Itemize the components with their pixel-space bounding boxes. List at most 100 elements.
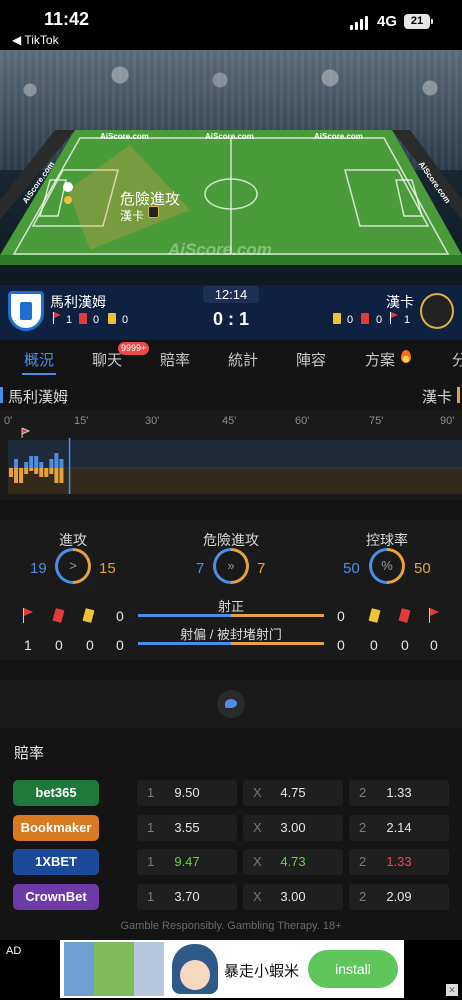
home-pressure-bar bbox=[29, 456, 34, 468]
tab-chat[interactable]: 聊天 bbox=[92, 349, 122, 370]
back-to-app-link[interactable]: ◀ TikTok bbox=[12, 33, 59, 47]
away-corners-total: 0 bbox=[430, 637, 438, 653]
stat-possession-label: 控球率 bbox=[366, 532, 408, 548]
away-pressure-bar bbox=[59, 468, 64, 483]
home-yellow-cards: 0 bbox=[122, 314, 129, 326]
back-app-name: TikTok bbox=[24, 33, 59, 47]
close-icon[interactable]: ✕ bbox=[446, 984, 458, 996]
ad-content[interactable]: 暴走小蝦米 install ✕ bbox=[60, 940, 458, 998]
away-pressure-bar bbox=[54, 468, 59, 483]
away-team-logo-icon[interactable] bbox=[420, 293, 454, 329]
odds-away-cell[interactable]: 2 2.09 bbox=[349, 884, 449, 910]
timeline-home-team: 馬利漢姆 bbox=[8, 389, 69, 406]
home-pressure-bar bbox=[39, 462, 44, 468]
home-corners: 1 bbox=[66, 314, 73, 326]
home-team-name[interactable]: 馬利漢姆 bbox=[50, 292, 106, 312]
odds-home-cell[interactable]: 1 3.55 bbox=[137, 815, 237, 841]
match-stats: 進攻 19 > 15 危險進攻 7 » 7 控球率 50 % 50 0 射正 0… bbox=[0, 520, 462, 660]
shots-off-home: 0 bbox=[116, 637, 124, 653]
bookmaker-logo[interactable]: Bookmaker bbox=[13, 815, 99, 841]
odds-draw-cell[interactable]: X 3.00 bbox=[243, 815, 343, 841]
away-team-name[interactable]: 漢卡 bbox=[386, 292, 414, 312]
double-chevron-icon: » bbox=[216, 551, 246, 581]
board-label: AiScore.com bbox=[205, 132, 254, 141]
tab-tips[interactable]: 方案 bbox=[365, 349, 395, 370]
home-team-logo-icon[interactable] bbox=[8, 291, 44, 331]
odds-home-cell[interactable]: 1 9.50 bbox=[137, 780, 237, 806]
tab-stats[interactable]: 統計 bbox=[228, 349, 258, 370]
stat-possession-away: 50 bbox=[414, 560, 431, 577]
odds-home-value: 3.55 bbox=[174, 820, 200, 835]
shots-on-home: 0 bbox=[116, 608, 124, 624]
tab-odds[interactable]: 賠率 bbox=[160, 349, 190, 370]
momentum-timeline[interactable]: 0' 15' 30' 45' 60' 75' 90' bbox=[0, 410, 462, 500]
away-pressure-bar bbox=[29, 468, 34, 471]
percent-icon: % bbox=[372, 551, 402, 581]
home-pressure-bar bbox=[59, 459, 64, 468]
timeline-teams: 馬利漢姆 漢卡 bbox=[0, 380, 462, 410]
odds-draw-value: 4.73 bbox=[280, 854, 306, 869]
whistle-icon[interactable] bbox=[217, 690, 245, 718]
active-tab-indicator bbox=[22, 373, 56, 375]
tab-lineups[interactable]: 陣容 bbox=[296, 349, 326, 370]
live-pitch[interactable]: AiScore.com AiScore.com AiScore.com AiSc… bbox=[0, 50, 462, 285]
away-red-total: 0 bbox=[401, 637, 409, 653]
odds-home-cell[interactable]: 1 9.47 bbox=[137, 849, 237, 875]
odds-draw-cell[interactable]: X 3.00 bbox=[243, 884, 343, 910]
odds-draw-value: 3.00 bbox=[280, 820, 306, 835]
odds-home-value: 9.47 bbox=[174, 854, 200, 869]
chat-count-badge: 9999+ bbox=[118, 342, 150, 355]
odds-section: 賠率 bet365 1 9.50 X 4.75 2 1.33 Bookmaker 13… bbox=[0, 730, 462, 940]
home-color-bar bbox=[0, 387, 3, 403]
away-pressure-bar bbox=[49, 468, 54, 474]
odds-away-cell[interactable]: 2 1.33 bbox=[349, 780, 449, 806]
ad-banner[interactable]: AD 暴走小蝦米 install ✕ bbox=[0, 940, 462, 1000]
odds-away-cell[interactable]: 2 2.14 bbox=[349, 815, 449, 841]
ad-title: 暴走小蝦米 bbox=[224, 963, 300, 980]
odds-draw-cell[interactable]: X 4.75 bbox=[243, 780, 343, 806]
yellow-card-icon bbox=[333, 313, 341, 324]
odds-draw-value: 4.75 bbox=[280, 785, 306, 800]
tab-overview[interactable]: 概況 bbox=[24, 349, 54, 370]
odds-home-value: 3.70 bbox=[174, 889, 200, 904]
shots-on-away: 0 bbox=[337, 608, 345, 624]
home-pressure-bar bbox=[54, 453, 59, 468]
pitch-watermark: AiScore.com bbox=[168, 240, 272, 259]
home-pressure-bar bbox=[14, 459, 19, 468]
odds-away-value: 1.33 bbox=[386, 785, 412, 800]
score-panel: 馬利漢姆 1 0 0 12:14 0 : 1 漢卡 0 0 1 bbox=[0, 285, 462, 340]
install-button[interactable]: install bbox=[308, 950, 398, 988]
away-team-logo-icon bbox=[148, 206, 159, 218]
events-divider bbox=[0, 680, 462, 728]
gamble-note[interactable]: Gamble Responsibly. Gambling Therapy. 18… bbox=[0, 920, 462, 932]
home-red-total: 0 bbox=[55, 637, 63, 653]
signal-icon bbox=[350, 16, 370, 30]
corner-flag-icon bbox=[20, 608, 34, 624]
home-yellow-total: 0 bbox=[86, 637, 94, 653]
bookmaker-logo[interactable]: CrownBet bbox=[13, 884, 99, 910]
odds-away-value: 2.14 bbox=[386, 820, 412, 835]
battery-icon: 21 bbox=[404, 14, 433, 29]
ad-label: AD bbox=[6, 945, 22, 957]
away-pressure-bar bbox=[34, 468, 39, 474]
bookmaker-logo[interactable]: 1XBET bbox=[13, 849, 99, 875]
bookmaker-logo[interactable]: bet365 bbox=[13, 780, 99, 806]
red-card-icon bbox=[398, 608, 411, 623]
odds-title: 賠率 bbox=[14, 745, 45, 762]
corner-flag-icon bbox=[21, 427, 31, 438]
odds-away-cell[interactable]: 2 1.33 bbox=[349, 849, 449, 875]
odds-home-value: 9.50 bbox=[174, 785, 200, 800]
away-pressure-bar bbox=[9, 468, 13, 477]
odds-home-cell[interactable]: 1 3.70 bbox=[137, 884, 237, 910]
odds-draw-cell[interactable]: X 4.73 bbox=[243, 849, 343, 875]
attacks-ring: > bbox=[55, 548, 91, 584]
home-corners-total: 1 bbox=[24, 637, 32, 653]
score: 0 : 1 bbox=[212, 309, 250, 329]
away-pressure-bar bbox=[24, 468, 29, 474]
corner-flag-icon bbox=[52, 312, 62, 324]
stat-attacks-home: 19 bbox=[30, 560, 47, 577]
status-bar: 11:42 ◀ TikTok 4G 21 bbox=[0, 0, 462, 50]
ad-game-screenshot bbox=[64, 942, 164, 996]
home-pressure-bar bbox=[34, 456, 39, 468]
tab-more[interactable]: 分 bbox=[452, 349, 462, 370]
